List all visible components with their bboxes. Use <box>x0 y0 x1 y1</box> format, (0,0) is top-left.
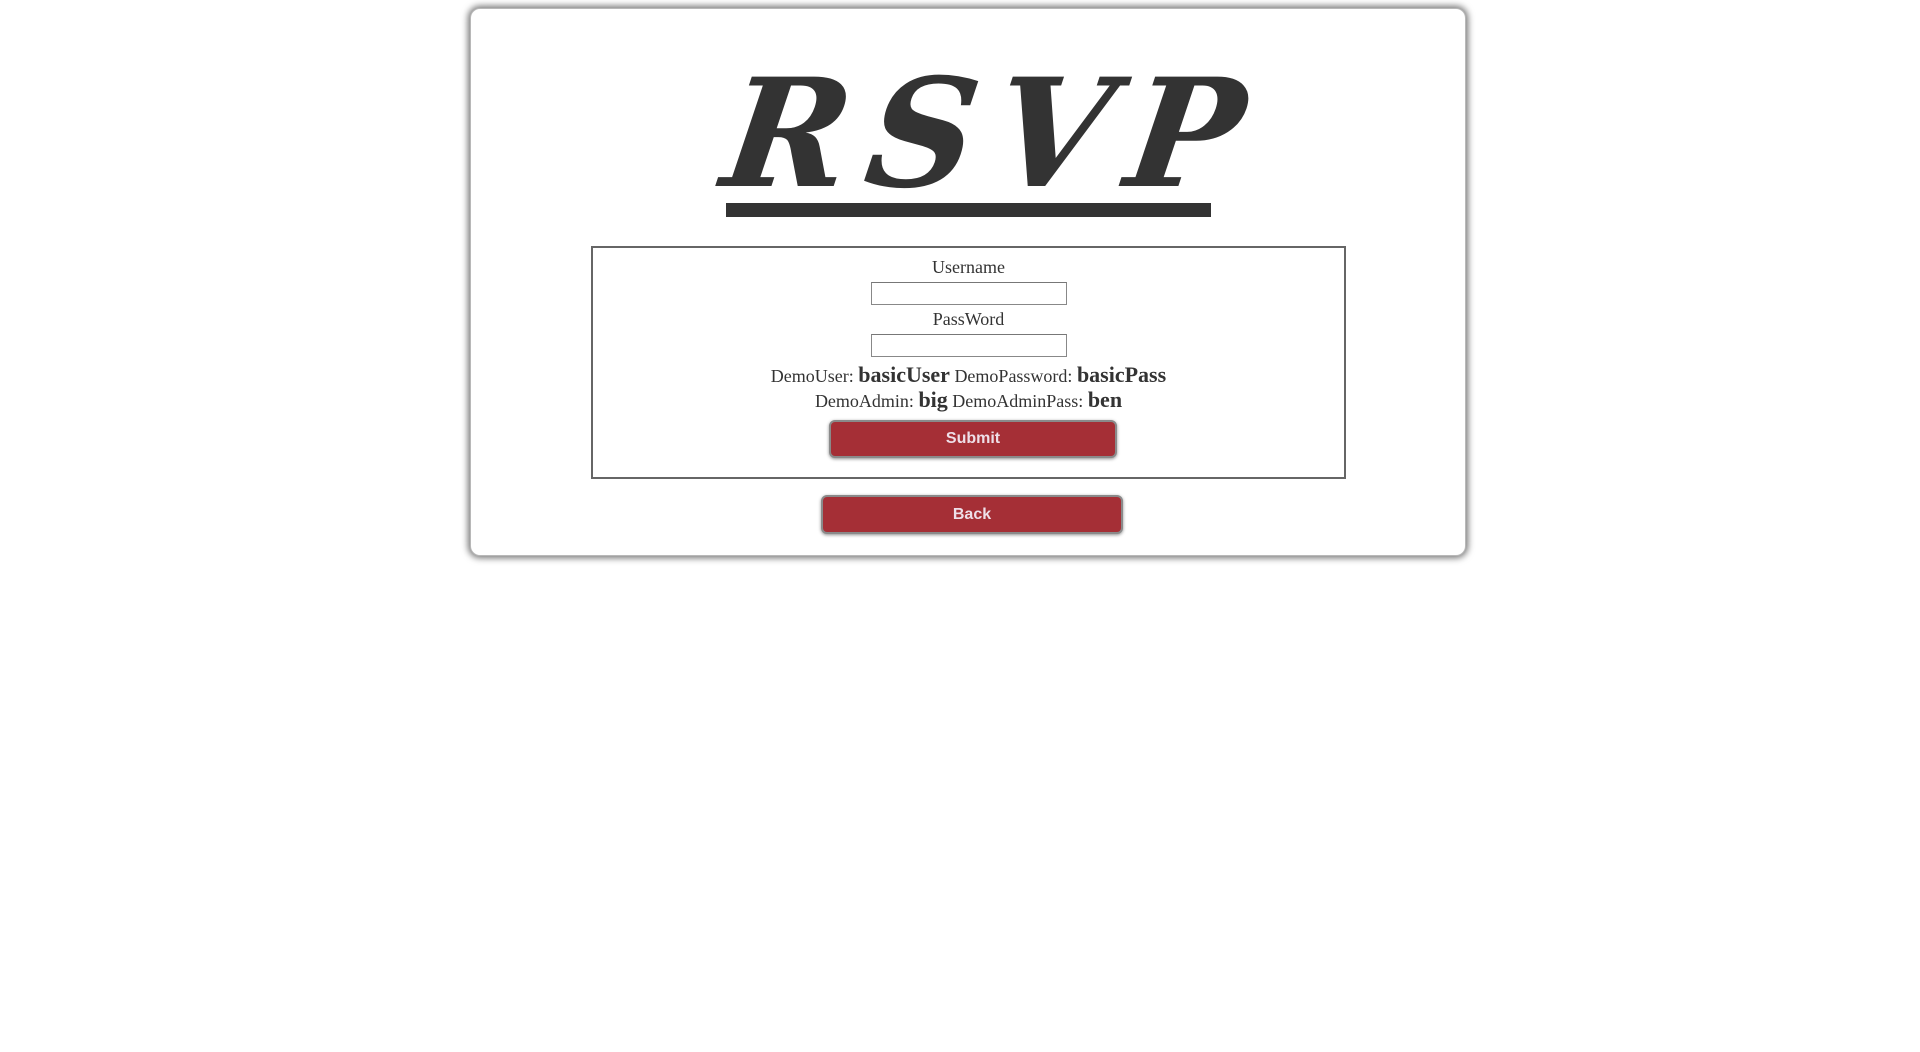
demo-admin-credentials: DemoAdmin: big DemoAdminPass: ben <box>593 387 1344 414</box>
demo-admin-value: big <box>918 387 948 412</box>
back-button[interactable]: Back <box>821 495 1123 534</box>
submit-button[interactable]: Submit <box>829 420 1117 458</box>
title-block: RSVP <box>714 46 1273 222</box>
demo-password-label: DemoPassword: <box>954 366 1073 386</box>
title-underline <box>726 203 1211 217</box>
login-form: Username PassWord DemoUser: basicUser De… <box>591 246 1346 479</box>
demo-password-value: basicPass <box>1076 362 1167 387</box>
demo-admin-label: DemoAdmin: <box>814 391 914 411</box>
demo-admin-pass-value: ben <box>1087 387 1123 412</box>
username-input[interactable] <box>871 282 1067 305</box>
page-title: RSVP <box>713 46 1273 222</box>
demo-user-label: DemoUser: <box>770 366 854 386</box>
username-label: Username <box>932 257 1005 277</box>
demo-admin-pass-label: DemoAdminPass: <box>952 391 1084 411</box>
demo-user-value: basicUser <box>858 362 950 387</box>
demo-user-credentials: DemoUser: basicUser DemoPassword: basicP… <box>593 362 1344 389</box>
password-label: PassWord <box>932 309 1005 329</box>
password-input[interactable] <box>871 334 1067 357</box>
rsvp-card: RSVP Username PassWord DemoUser: basicUs… <box>470 8 1466 556</box>
